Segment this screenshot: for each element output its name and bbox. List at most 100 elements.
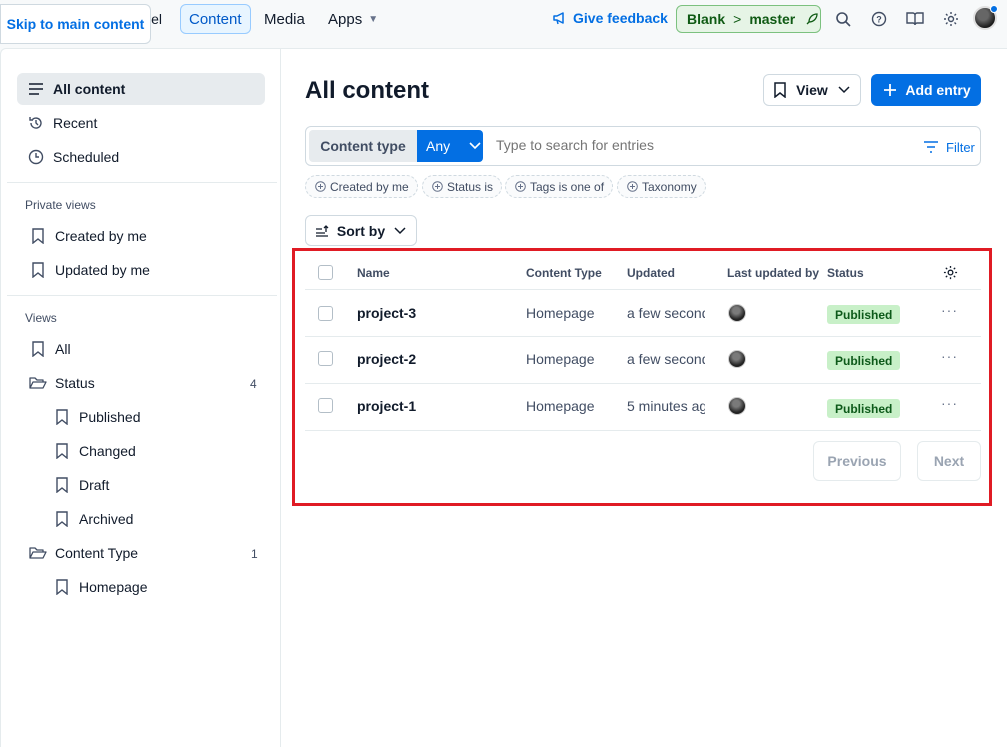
avatar <box>728 350 746 368</box>
table-bottom-border <box>305 430 981 431</box>
give-feedback-link[interactable]: Give feedback <box>551 9 668 27</box>
more-actions-icon[interactable]: ··· <box>941 395 958 411</box>
plus-circle-icon <box>431 181 443 193</box>
plus-circle-icon <box>514 181 526 193</box>
sidebar-folder-content-type[interactable]: Content Type <box>29 537 265 569</box>
content-type-value: Any <box>426 138 451 154</box>
column-settings-gear-icon[interactable] <box>941 263 959 281</box>
bookmark-icon <box>29 261 47 279</box>
chip-label: Created by me <box>330 179 409 194</box>
nav-item-apps[interactable]: Apps ▼ <box>319 4 387 34</box>
sidebar-item-label: Created by me <box>55 228 147 244</box>
space-name: Blank <box>687 11 726 27</box>
sort-by-button[interactable]: Sort by <box>305 215 417 246</box>
svg-text:?: ? <box>876 15 882 25</box>
column-header-name[interactable]: Name <box>357 266 390 280</box>
sidebar-folder-status[interactable]: Status <box>29 367 265 399</box>
sidebar-item-label: All content <box>53 81 126 97</box>
sidebar-item-updated-by-me[interactable]: Updated by me <box>29 254 265 286</box>
sidebar-divider <box>7 295 277 296</box>
folder-open-icon <box>29 544 47 562</box>
entry-content-type: Homepage <box>526 398 595 414</box>
sidebar-item-published[interactable]: Published <box>53 401 265 433</box>
more-actions-icon[interactable]: ··· <box>941 302 958 318</box>
bookmark-icon <box>53 578 71 596</box>
avatar <box>728 397 746 415</box>
column-header-last-updated-by[interactable]: Last updated by <box>727 266 819 280</box>
sidebar-item-homepage[interactable]: Homepage <box>53 571 265 603</box>
rocket-icon <box>803 10 821 28</box>
bookmark-icon <box>771 81 789 99</box>
help-icon[interactable]: ? <box>869 9 889 29</box>
previous-page-button[interactable]: Previous <box>813 441 901 481</box>
filter-chip-created-by-me[interactable]: Created by me <box>305 175 418 198</box>
add-entry-button[interactable]: Add entry <box>871 74 981 106</box>
sidebar-item-recent[interactable]: Recent <box>17 107 265 139</box>
plus-circle-icon <box>626 181 638 193</box>
filter-chip-tags[interactable]: Tags is one of <box>505 175 614 198</box>
sidebar: All content Recent Scheduled Private vie… <box>0 48 281 747</box>
content-type-filter-label: Content type <box>309 130 417 162</box>
sidebar-item-all[interactable]: All <box>29 333 265 365</box>
environment-switcher[interactable]: Blank > master <box>676 5 821 33</box>
view-button[interactable]: View <box>763 74 861 106</box>
nav-item-content[interactable]: Content <box>180 4 251 34</box>
views-heading: Views <box>25 311 57 325</box>
filter-button[interactable]: Filter <box>922 138 975 156</box>
page-title: All content <box>305 77 429 104</box>
table-row[interactable]: project-1 Homepage 5 minutes ago Publish… <box>305 383 981 430</box>
search-input[interactable] <box>496 137 896 153</box>
entry-name[interactable]: project-3 <box>357 305 416 321</box>
more-actions-icon[interactable]: ··· <box>941 348 958 364</box>
column-header-status[interactable]: Status <box>827 266 864 280</box>
status-count: 4 <box>250 377 257 391</box>
entry-name[interactable]: project-2 <box>357 351 416 367</box>
select-all-checkbox[interactable] <box>318 265 333 280</box>
filter-chip-status-is[interactable]: Status is <box>422 175 503 198</box>
megaphone-icon <box>551 9 569 27</box>
view-button-label: View <box>796 82 828 98</box>
chevron-down-icon <box>391 222 409 240</box>
table-row[interactable]: project-2 Homepage a few seconds ago Pub… <box>305 336 981 383</box>
filter-chip-taxonomy[interactable]: Taxonomy <box>617 175 706 198</box>
settings-gear-icon[interactable] <box>941 9 961 29</box>
sidebar-item-label: Scheduled <box>53 149 120 165</box>
caret-down-icon: ▼ <box>368 13 379 25</box>
sidebar-item-label: Content Type <box>55 545 139 561</box>
row-checkbox[interactable] <box>318 306 333 321</box>
column-header-updated[interactable]: Updated <box>627 266 675 280</box>
sidebar-item-created-by-me[interactable]: Created by me <box>29 220 265 252</box>
nav-item-media[interactable]: Media <box>255 4 314 34</box>
sidebar-item-label: Updated by me <box>55 262 150 278</box>
skip-to-main-link[interactable]: Skip to main content <box>0 4 151 44</box>
chip-label: Tags is one of <box>530 179 605 194</box>
sidebar-item-label: Changed <box>79 443 136 459</box>
next-page-button[interactable]: Next <box>917 441 981 481</box>
bookmark-icon <box>53 510 71 528</box>
search-bar: Content type Any Filter <box>305 126 981 166</box>
table-row[interactable]: project-3 Homepage a few seconds ago Pub… <box>305 289 981 336</box>
sidebar-item-changed[interactable]: Changed <box>53 435 265 467</box>
docs-book-icon[interactable] <box>905 9 925 29</box>
sidebar-item-archived[interactable]: Archived <box>53 503 265 535</box>
chevron-down-icon <box>835 81 853 99</box>
row-checkbox[interactable] <box>318 398 333 413</box>
sort-icon <box>313 222 331 240</box>
sidebar-item-all-content[interactable]: All content <box>17 73 265 105</box>
chevron-down-icon <box>466 137 484 155</box>
previous-label: Previous <box>827 453 887 469</box>
entry-content-type: Homepage <box>526 351 595 367</box>
column-header-content-type[interactable]: Content Type <box>526 266 602 280</box>
search-icon[interactable] <box>833 9 853 29</box>
sidebar-item-scheduled[interactable]: Scheduled <box>17 141 265 173</box>
history-icon <box>27 114 45 132</box>
entry-name[interactable]: project-1 <box>357 398 416 414</box>
bookmark-icon <box>29 340 47 358</box>
content-type-select[interactable]: Any <box>417 130 483 162</box>
chip-label: Status is <box>447 179 494 194</box>
row-checkbox[interactable] <box>318 351 333 366</box>
content-type-count: 1 <box>251 547 258 561</box>
main-content: All content View Add entry Content type … <box>281 48 1007 747</box>
sidebar-item-draft[interactable]: Draft <box>53 469 265 501</box>
sidebar-item-label: Homepage <box>79 579 148 595</box>
